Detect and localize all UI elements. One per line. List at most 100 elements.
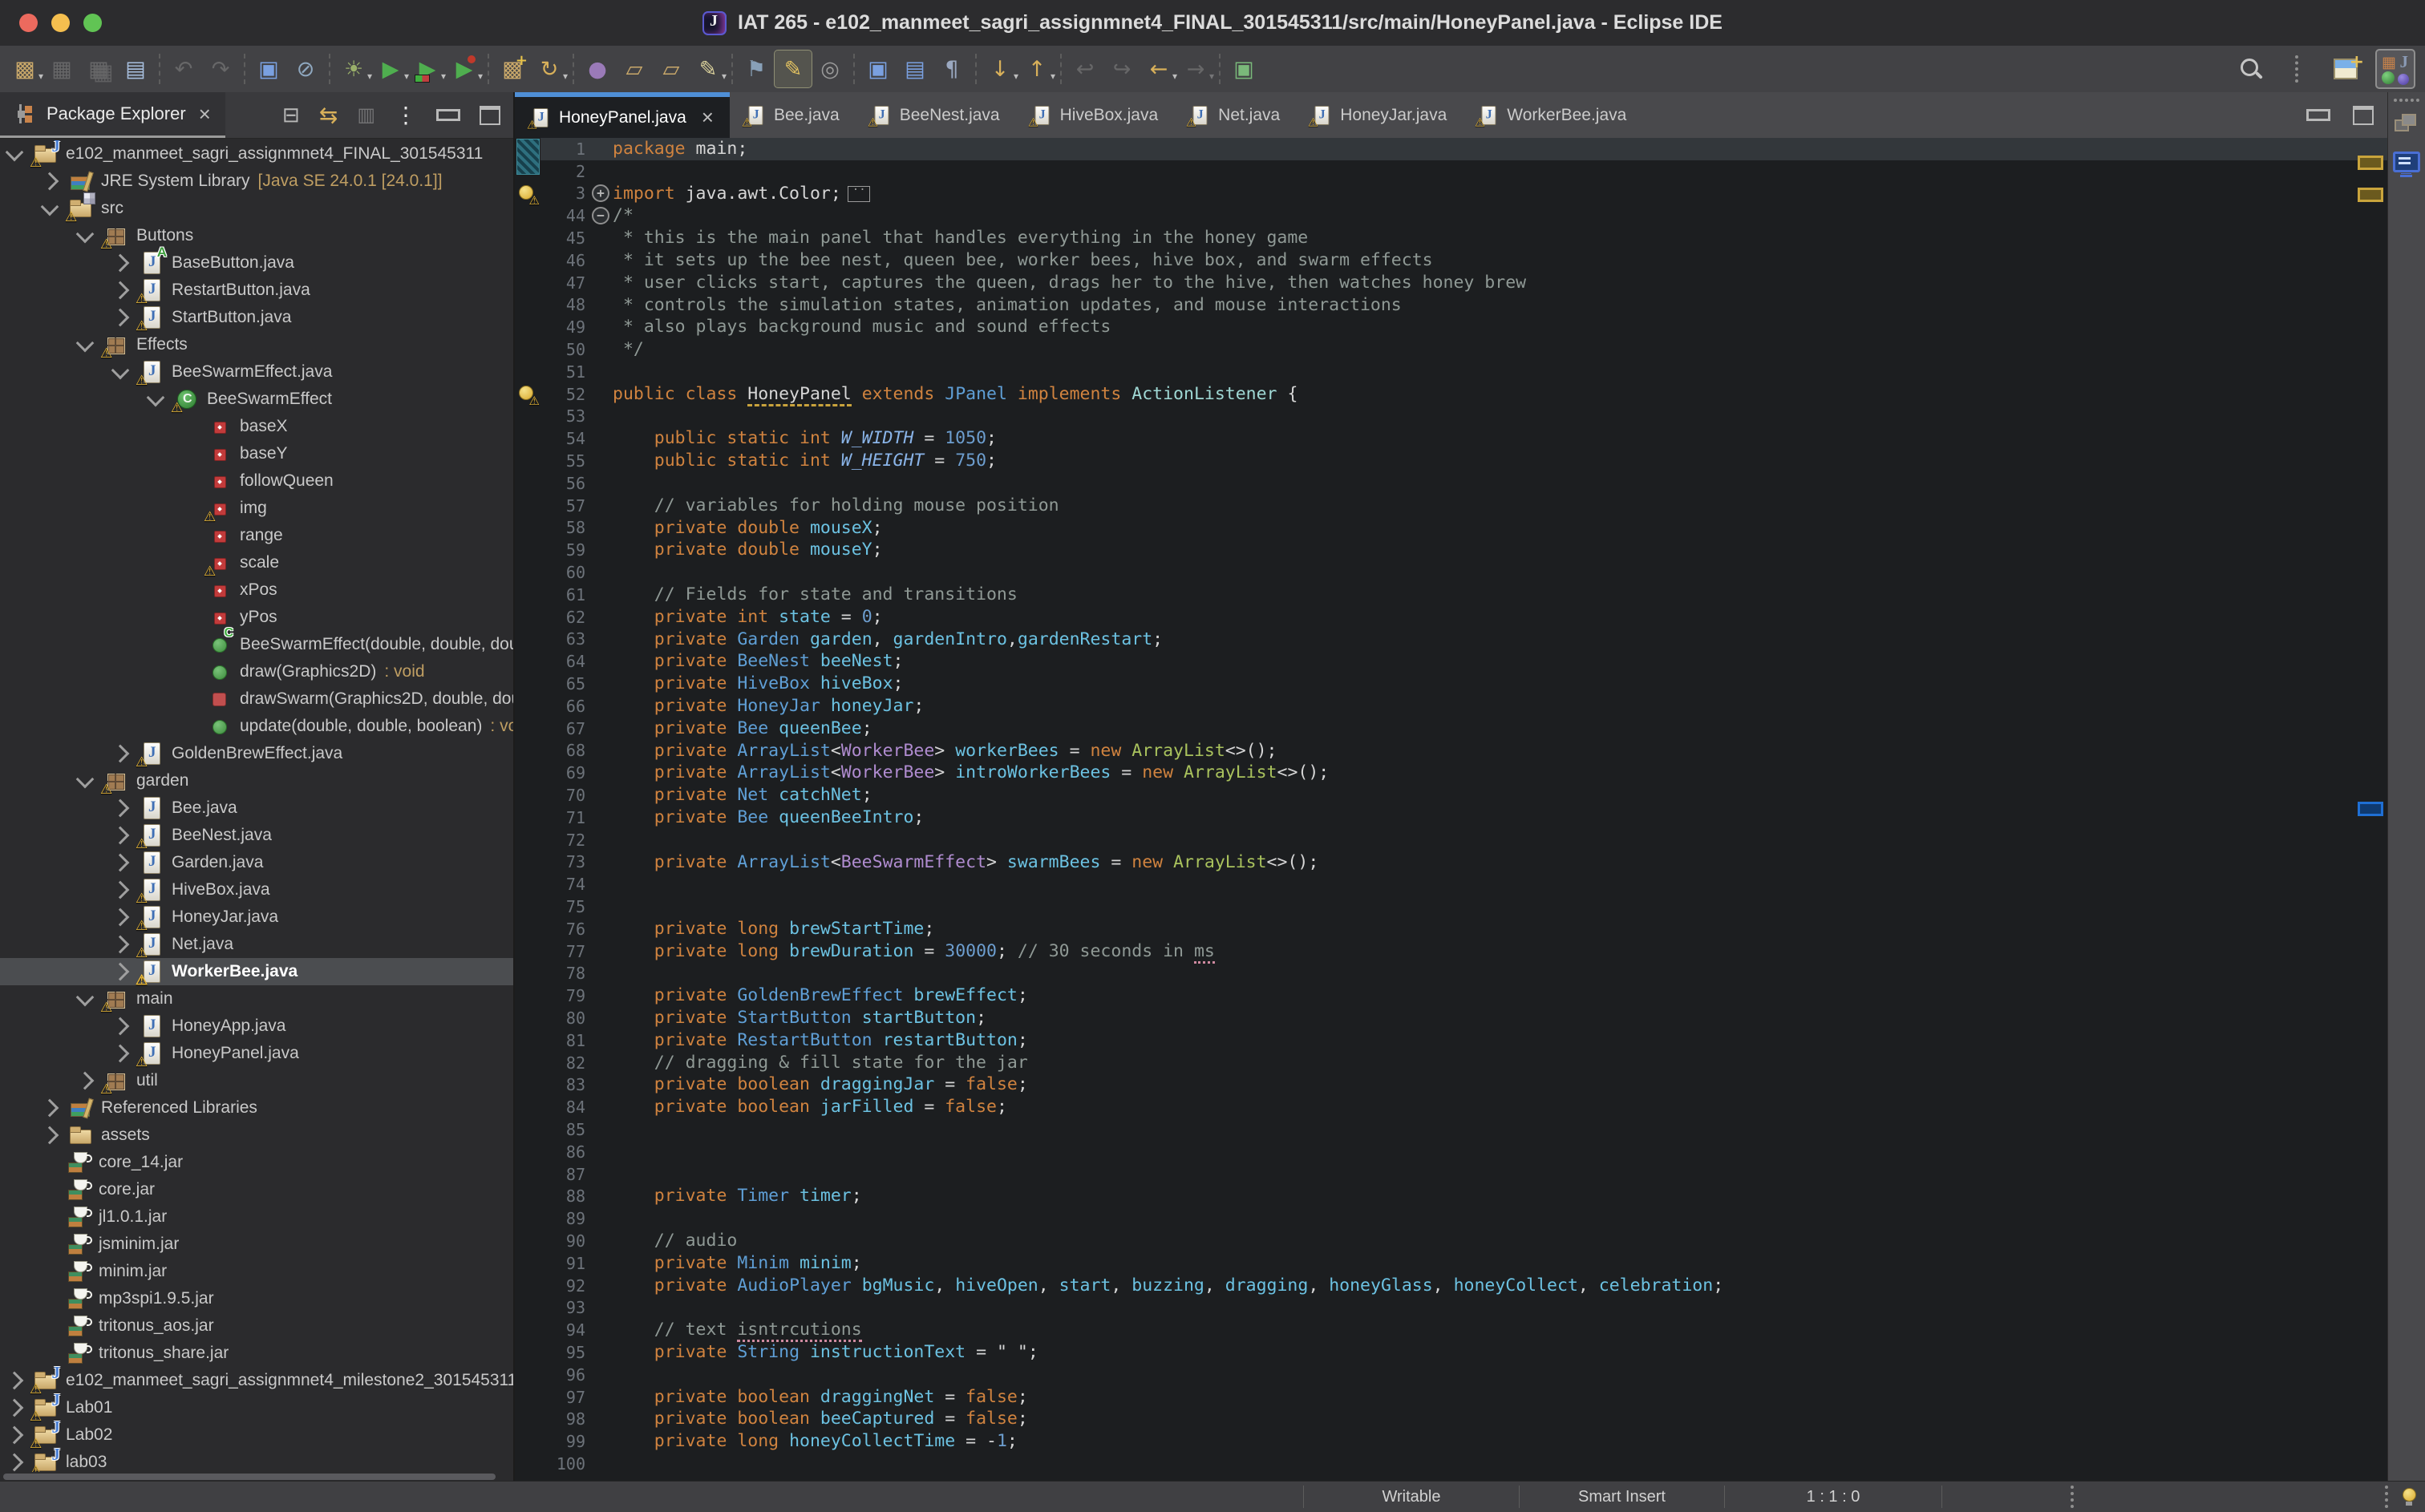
annotation-ruler-cell[interactable] bbox=[515, 1341, 540, 1364]
tree-item-range[interactable]: range bbox=[0, 522, 513, 549]
chevron-right-icon[interactable] bbox=[6, 1426, 24, 1445]
tree-item-drawswarm-graphics2d-double-doubl[interactable]: drawSwarm(Graphics2D, double, doubl bbox=[0, 685, 513, 713]
redo-icon[interactable]: ↷ bbox=[202, 51, 239, 87]
chevron-right-icon[interactable] bbox=[111, 799, 130, 818]
annotation-ruler-cell[interactable] bbox=[515, 316, 540, 338]
code-line-58[interactable]: 58 private double mouseX; bbox=[515, 517, 2388, 540]
tree-item-draw-graphics2d[interactable]: draw(Graphics2D): void bbox=[0, 658, 513, 685]
code-line-95[interactable]: 95 private String instructionText = " "; bbox=[515, 1341, 2388, 1364]
code-line-51[interactable]: 51 bbox=[515, 361, 2388, 383]
code-line-1[interactable]: 1package main; bbox=[515, 138, 2388, 160]
code-line-60[interactable]: 60 bbox=[515, 561, 2388, 584]
tree-item-workerbee-java[interactable]: ⚠WorkerBee.java bbox=[0, 958, 513, 985]
chevron-right-icon[interactable] bbox=[111, 1017, 130, 1036]
console-view-icon[interactable] bbox=[2392, 150, 2421, 177]
code-text[interactable]: private ArrayList<WorkerBee> workerBees … bbox=[613, 740, 1277, 762]
code-text[interactable]: // variables for holding mouse position bbox=[613, 495, 1059, 517]
tree-item-e102-manmeet-sagri-assignmnet4-final-301[interactable]: J⚠e102_manmeet_sagri_assignmnet4_FINAL_3… bbox=[0, 140, 513, 168]
code-line-44[interactable]: 44−/* bbox=[515, 204, 2388, 227]
annotation-ruler-cell[interactable] bbox=[515, 1230, 540, 1252]
code-text[interactable]: public class HoneyPanel extends JPanel i… bbox=[613, 383, 1298, 406]
restore-views-icon[interactable] bbox=[2395, 113, 2419, 134]
tree-item-effects[interactable]: ⚠Effects bbox=[0, 331, 513, 358]
annotation-ruler-cell[interactable] bbox=[515, 984, 540, 1007]
code-line-98[interactable]: 98 private boolean beeCaptured = false; bbox=[515, 1408, 2388, 1430]
chevron-right-icon[interactable] bbox=[111, 827, 130, 845]
tree-item-referenced-libraries[interactable]: Referenced Libraries bbox=[0, 1094, 513, 1122]
code-line-82[interactable]: 82 // dragging & fill state for the jar bbox=[515, 1052, 2388, 1074]
code-line-79[interactable]: 79 private GoldenBrewEffect brewEffect; bbox=[515, 984, 2388, 1007]
code-text[interactable]: private boolean beeCaptured = false; bbox=[613, 1408, 1028, 1430]
code-text[interactable]: private int state = 0; bbox=[613, 606, 883, 629]
collapsed-code-icon[interactable] bbox=[848, 186, 870, 202]
chevron-right-icon[interactable] bbox=[6, 1372, 24, 1390]
chevron-right-icon[interactable] bbox=[111, 745, 130, 763]
tree-item-jre-system-library[interactable]: JRE System Library[Java SE 24.0.1 [24.0.… bbox=[0, 168, 513, 195]
annotation-ruler-cell[interactable] bbox=[515, 1453, 540, 1475]
tree-item-core-jar[interactable]: core.jar bbox=[0, 1176, 513, 1203]
code-text[interactable]: private Bee queenBee; bbox=[613, 718, 872, 740]
code-text[interactable]: private Timer timer; bbox=[613, 1185, 862, 1207]
chevron-right-icon[interactable] bbox=[76, 1072, 95, 1090]
code-line-89[interactable]: 89 bbox=[515, 1207, 2388, 1230]
tree-item-basebutton-java[interactable]: ABaseButton.java bbox=[0, 249, 513, 277]
code-text[interactable]: * this is the main panel that handles ev… bbox=[613, 227, 1308, 249]
annotation-ruler-cell[interactable] bbox=[515, 1118, 540, 1141]
chevron-right-icon[interactable] bbox=[111, 963, 130, 981]
annotation-ruler-cell[interactable] bbox=[515, 1185, 540, 1207]
chevron-right-icon[interactable] bbox=[111, 281, 130, 300]
code-line-81[interactable]: 81 private RestartButton restartButton; bbox=[515, 1029, 2388, 1052]
annotation-ruler-cell[interactable] bbox=[515, 272, 540, 294]
fold-expand-icon[interactable]: + bbox=[592, 184, 609, 202]
code-text[interactable]: // dragging & fill state for the jar bbox=[613, 1052, 1028, 1074]
tree-item-startbutton-java[interactable]: ⚠StartButton.java bbox=[0, 304, 513, 331]
tree-item-garden-java[interactable]: Garden.java bbox=[0, 849, 513, 876]
minimize-window-button[interactable] bbox=[51, 14, 70, 32]
code-line-48[interactable]: 48 * controls the simulation states, ani… bbox=[515, 294, 2388, 317]
code-text[interactable]: private AudioPlayer bgMusic, hiveOpen, s… bbox=[613, 1275, 1723, 1297]
close-window-button[interactable] bbox=[19, 14, 38, 32]
tree-item-lab01[interactable]: J⚠Lab01 bbox=[0, 1394, 513, 1421]
collapse-all-icon[interactable]: ⊟ bbox=[282, 103, 300, 127]
search-icon[interactable]: ✎▾ bbox=[690, 51, 727, 87]
tree-item-tritonus-share-jar[interactable]: tritonus_share.jar bbox=[0, 1340, 513, 1367]
code-line-87[interactable]: 87 bbox=[515, 1163, 2388, 1186]
code-text[interactable]: private RestartButton restartButton; bbox=[613, 1029, 1028, 1052]
forward-history-icon[interactable]: →▾ bbox=[1177, 51, 1214, 87]
tree-item-scale[interactable]: ⚠scale bbox=[0, 549, 513, 576]
chevron-down-icon[interactable] bbox=[76, 770, 95, 788]
tree-item-update-double-double-boolean[interactable]: update(double, double, boolean): void bbox=[0, 713, 513, 740]
code-line-80[interactable]: 80 private StartButton startButton; bbox=[515, 1007, 2388, 1029]
tree-item-img[interactable]: ⚠img bbox=[0, 495, 513, 522]
annotation-ruler-cell[interactable] bbox=[515, 673, 540, 695]
code-line-61[interactable]: 61 // Fields for state and transitions bbox=[515, 584, 2388, 606]
save-icon[interactable]: ▦ bbox=[43, 51, 80, 87]
code-text[interactable]: package main; bbox=[613, 138, 747, 160]
annotation-ruler-cell[interactable] bbox=[515, 695, 540, 718]
code-line-47[interactable]: 47 * user clicks start, captures the que… bbox=[515, 272, 2388, 294]
tree-item-beenest-java[interactable]: ⚠BeeNest.java bbox=[0, 822, 513, 849]
annotation-ruler-cell[interactable] bbox=[515, 472, 540, 495]
code-line-50[interactable]: 50 */ bbox=[515, 338, 2388, 361]
profile-icon[interactable]: ▶▾ bbox=[446, 51, 483, 87]
annotation-ruler-cell[interactable] bbox=[515, 227, 540, 249]
editor-tab-net-java[interactable]: ⚠Net.java bbox=[1174, 92, 1296, 138]
open-console-icon[interactable]: ▣ bbox=[1225, 51, 1262, 87]
code-line-3[interactable]: 3+import java.awt.Color; bbox=[515, 183, 2388, 205]
code-text[interactable]: private double mouseY; bbox=[613, 539, 883, 561]
view-menu-icon[interactable]: ⋮ bbox=[395, 102, 417, 128]
annotation-ruler-cell[interactable] bbox=[515, 427, 540, 450]
code-line-100[interactable]: 100 bbox=[515, 1453, 2388, 1475]
code-text[interactable]: */ bbox=[613, 338, 644, 361]
tree-item-src[interactable]: ⚠src bbox=[0, 195, 513, 222]
editor-tab-honeyjar-java[interactable]: ⚠HoneyJar.java bbox=[1296, 92, 1463, 138]
code-line-76[interactable]: 76 private long brewStartTime; bbox=[515, 918, 2388, 940]
code-text[interactable]: private ArrayList<BeeSwarmEffect> swarmB… bbox=[613, 851, 1318, 874]
tree-item-net-java[interactable]: ⚠Net.java bbox=[0, 931, 513, 958]
annotation-ruler-cell[interactable] bbox=[515, 740, 540, 762]
editor-tab-workerbee-java[interactable]: ⚠WorkerBee.java bbox=[1463, 92, 1642, 138]
chevron-right-icon[interactable] bbox=[111, 1045, 130, 1063]
open-task-icon[interactable]: ● bbox=[579, 51, 616, 87]
chevron-down-icon[interactable] bbox=[76, 334, 95, 352]
annotation-ruler-cell[interactable] bbox=[515, 650, 540, 673]
